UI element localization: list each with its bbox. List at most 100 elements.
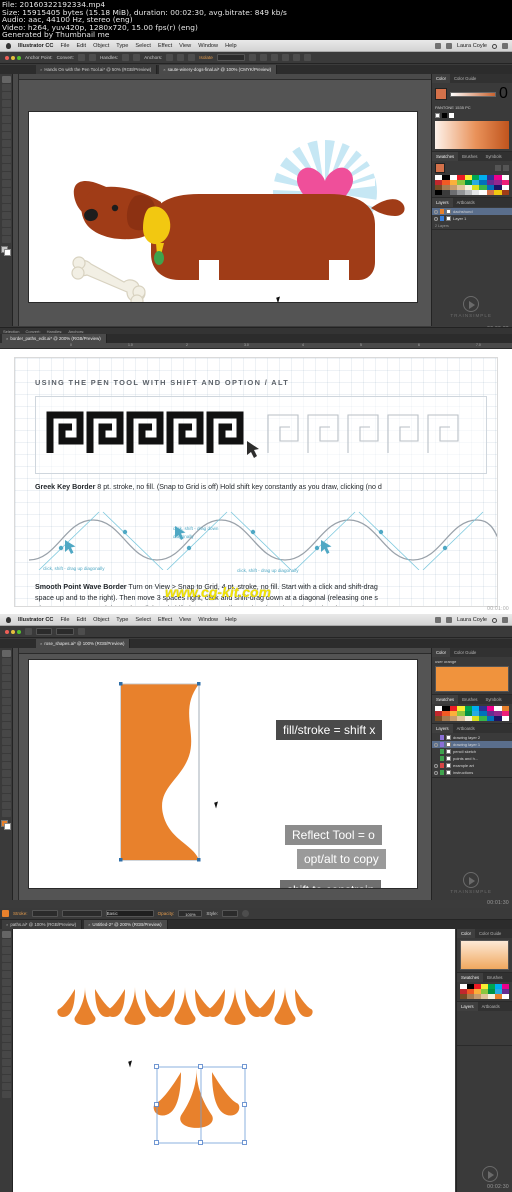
swatch-list-view-icon[interactable]	[495, 165, 501, 171]
swatch-row-3[interactable]	[460, 994, 509, 999]
bridge-icon[interactable]	[25, 628, 32, 635]
hide-handles-icon[interactable]	[133, 54, 141, 61]
document-tab-1[interactable]: × Hands On with the Pen Tool.ai* @ 50% (…	[36, 65, 158, 74]
swatches-grid[interactable]	[432, 704, 512, 723]
tool-eraser[interactable]	[1, 156, 11, 163]
window-buttons[interactable]	[2, 55, 21, 60]
tool-gradient[interactable]	[1, 770, 11, 777]
tool-rotate[interactable]	[1, 1019, 11, 1026]
tab-brushes[interactable]: Brushes	[483, 973, 506, 982]
workspace-field[interactable]	[56, 628, 74, 635]
layers-panel-tabs[interactable]: Layers Artboards	[432, 724, 512, 733]
tab-brushes[interactable]: Brushes	[458, 152, 481, 161]
menu-select[interactable]: Select	[135, 43, 151, 49]
spotlight-search-icon[interactable]	[492, 43, 497, 49]
tool-scale[interactable]	[1, 1027, 11, 1034]
active-swatch[interactable]	[435, 163, 445, 173]
tool-type[interactable]	[1, 116, 11, 123]
toolbar-frame1[interactable]	[0, 74, 13, 326]
tool-direct-selection[interactable]	[1, 658, 11, 665]
tool-type[interactable]	[1, 690, 11, 697]
menu-object[interactable]: Object	[93, 617, 109, 623]
tool-hand[interactable]	[1, 802, 11, 809]
tool-selection[interactable]	[1, 76, 11, 83]
color-preview[interactable]	[460, 940, 509, 970]
tool-eraser[interactable]	[1, 730, 11, 737]
swatches-grid[interactable]	[432, 161, 512, 197]
tool-artboard[interactable]	[1, 794, 11, 801]
swatch-row-4[interactable]	[435, 190, 509, 195]
tool-eyedropper[interactable]	[1, 778, 11, 785]
tulip-shapes-illustration[interactable]	[13, 929, 455, 1192]
tool-blend[interactable]	[1, 212, 11, 219]
tool-artboard[interactable]	[1, 1075, 11, 1082]
tab-symbols[interactable]: Symbols	[482, 695, 506, 704]
greek-key-border-art[interactable]	[36, 397, 488, 475]
layer-row-drawing-layer-1[interactable]: drawing layer 1	[432, 741, 512, 748]
tool-shape-builder[interactable]	[1, 188, 11, 195]
connect-anchor-icon[interactable]	[177, 54, 185, 61]
tab-color-guide[interactable]: Color Guide	[475, 929, 505, 938]
layer-row-pencil-sketch[interactable]: pencil sketch	[432, 748, 512, 755]
document-tab-paths[interactable]: × paths.ai* @ 100% (RGB/Preview)	[2, 920, 83, 929]
menu-object[interactable]: Object	[93, 43, 109, 49]
minimize-button[interactable]	[11, 55, 15, 60]
color-spectrum[interactable]	[435, 121, 509, 149]
tool-hand[interactable]	[1, 1083, 11, 1090]
close-tab-icon[interactable]: ×	[40, 67, 42, 72]
brush-definition-field[interactable]: Basic	[105, 910, 154, 917]
none-swatch[interactable]	[435, 113, 440, 118]
menu-window[interactable]: Window	[198, 617, 218, 623]
convert-corner-icon[interactable]	[77, 54, 85, 61]
tool-hand[interactable]	[1, 228, 11, 235]
tint-field[interactable]: 0	[499, 85, 509, 103]
menu-window[interactable]: Window	[198, 43, 218, 49]
swatch-grid-view-icon[interactable]	[503, 165, 509, 171]
menu-type[interactable]: Type	[116, 43, 128, 49]
tool-eyedropper[interactable]	[1, 204, 11, 211]
layer-row-points-and-handles[interactable]: points and h...	[432, 755, 512, 762]
layer-row-drawing-layer-2[interactable]: drawing layer 2	[432, 734, 512, 741]
tab-layers[interactable]: Layers	[432, 724, 453, 733]
fill-stroke-indicator[interactable]	[1, 246, 11, 256]
tint-slider[interactable]	[450, 91, 496, 97]
tab-color[interactable]: Color	[432, 648, 451, 657]
tab-layers[interactable]: Layers	[457, 1002, 478, 1011]
document-tab-rose-shapes[interactable]: × rose_shapes.ai* @ 100% (RGB/Preview)	[36, 639, 131, 648]
menu-file[interactable]: File	[60, 617, 69, 623]
isolate-label[interactable]: Isolate	[199, 55, 213, 60]
tool-line-segment[interactable]	[1, 698, 11, 705]
layers-list[interactable]: drawing layer 2 drawing layer 1 pencil s…	[432, 733, 512, 777]
menu-view[interactable]: View	[179, 43, 191, 49]
color-preview[interactable]	[435, 666, 509, 692]
layer-visibility-icon[interactable]	[434, 209, 438, 214]
layer-row-dachshund[interactable]: dachshund	[432, 208, 512, 215]
color-panel-tabs[interactable]: Color Color Guide	[457, 929, 512, 938]
artboard-dachshund[interactable]	[29, 112, 417, 302]
tool-rotate[interactable]	[1, 738, 11, 745]
tool-shape-builder[interactable]	[1, 762, 11, 769]
screenshare-icon[interactable]	[434, 617, 441, 623]
align-left-icon[interactable]	[248, 54, 256, 61]
close-button[interactable]	[5, 55, 9, 60]
layer-row-instructions[interactable]: instructions	[432, 769, 512, 776]
tab-artboards[interactable]: Artboards	[453, 724, 479, 733]
stroke-profile-field[interactable]	[61, 910, 102, 917]
tool-width[interactable]	[1, 754, 11, 761]
menubar-user[interactable]: Laura Coyle	[457, 617, 487, 623]
screenshare-icon[interactable]	[434, 43, 441, 49]
stock-icon[interactable]	[78, 628, 85, 635]
tool-pen[interactable]	[1, 963, 11, 970]
more-options-icon[interactable]	[303, 54, 311, 61]
dropbox-icon[interactable]	[445, 617, 452, 623]
tool-blend[interactable]	[1, 1067, 11, 1074]
tool-pencil[interactable]	[1, 722, 11, 729]
close-tab-icon[interactable]: ×	[163, 67, 165, 72]
layer-visibility-icon[interactable]	[434, 757, 438, 761]
swatches-grid[interactable]	[457, 982, 512, 1001]
close-tab-icon[interactable]: ×	[88, 922, 90, 927]
tool-selection[interactable]	[1, 931, 11, 938]
tool-width[interactable]	[1, 180, 11, 187]
layer-row-example-art[interactable]: example art	[432, 762, 512, 769]
layers-list[interactable]: dachshund Layer 1	[432, 207, 512, 223]
